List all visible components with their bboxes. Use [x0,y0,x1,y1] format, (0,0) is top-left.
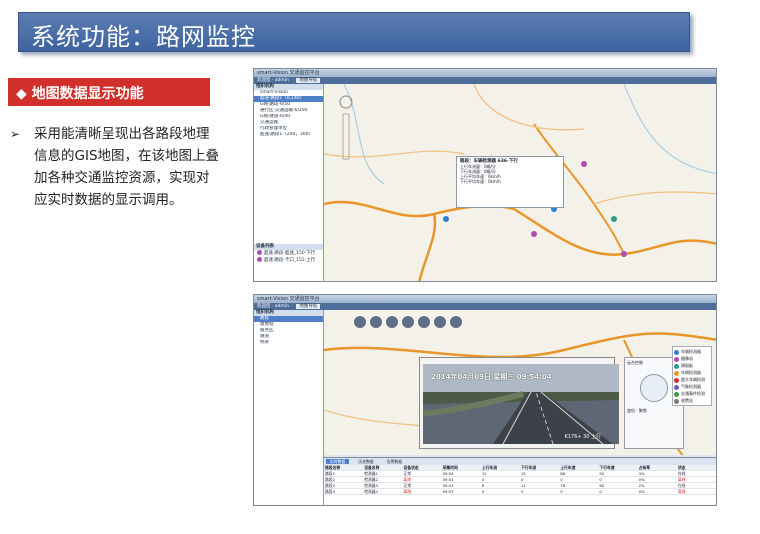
camera-icon [257,257,262,262]
arrow-bullet-icon: ➢ [10,127,21,141]
grid-tabs: 实时数据 历史数据 告警数据 [324,458,716,465]
ptz-direction-pad[interactable] [640,374,668,402]
video-popup: 2014年04月09日 星期三 09:54:04 K176+ 30 上行 [419,357,619,449]
window-toolbar: 欢迎您 · admin 地图导航 [254,303,716,310]
device-list: 设备列表 超速·路段·超速_150·下行 超速·路段·卡口_152·上行 [254,244,323,264]
video-timestamp: 2014年04月09日 星期三 09:54:04 [431,373,552,381]
ptz-zoom-label: 变倍 · 聚焦 [627,408,647,413]
data-grid: 实时数据 历史数据 告警数据 路段名称 设备名称 设备状态 采集时间 上行车流 下行车流上… [324,457,716,505]
device-item[interactable]: 超速·路段·超速_150·下行 [254,250,323,257]
gis-map[interactable]: 2014年04月09日 星期三 09:54:04 K176+ 30 上行 云台控… [324,310,716,455]
window-title-bar: smart-Vision 交通监控平台 [254,69,716,77]
legend-item: 超大车辆检测 [674,376,710,383]
bullet-point: ➢ 采用能清晰呈现出各路段地理信息的GIS地图，在该地图上叠加各种交通监控资源，… [10,123,222,211]
legend-item: 气象检测器 [674,383,710,390]
video-monitor-screenshot: smart-Vision 交通监控平台 欢迎您 · admin 地图导航 组织机… [253,294,717,506]
legend-item: 交通事件检测 [674,390,710,397]
device-tree-panel: 组织机构 smart-Vision 超速·路段1（0,140） G网·路段-6/… [254,84,324,281]
gis-map-screenshot: smart-Vision 交通监控平台 欢迎您 · admin 地图导航 组织机… [253,68,717,282]
legend-item: 车辆检测器 [674,369,710,376]
tab-alarm[interactable]: 告警数据 [383,459,406,464]
window-toolbar: 欢迎您 · admin 地图导航 [254,77,716,84]
tab-history[interactable]: 历史数据 [354,459,377,464]
legend-item: 车辆检测器 [674,348,710,355]
section-tag: ◆ 地图数据显示功能 [8,78,210,106]
slide-title-bar: 系统功能：路网监控 [18,12,690,52]
popup-row: 下行平均车速：0km/h [460,179,501,184]
bullet-text: 采用能清晰呈现出各路段地理信息的GIS地图，在该地图上叠加各种交通监控资源，实现… [34,126,220,208]
slide-title: 系统功能：路网监控 [31,23,256,51]
legend-item: 摄像机 [674,355,710,362]
tab-realtime[interactable]: 实时数据 [326,459,350,464]
legend-item: 收费站 [674,397,710,404]
map-legend: 车辆检测器 摄像机 情报板 车辆检测器 超大车辆检测 气象检测器 交通事件检测 … [672,346,712,406]
camera-video-feed: 2014年04月09日 星期三 09:54:04 K176+ 30 上行 [423,364,619,444]
map-info-popup: 路段：车辆检测器 636-下行 上行车流量：0辆/分 下行车流量：0辆/分 上行… [456,156,564,208]
device-tree-panel: 组织机构 路段 收费站 服务区 隧道 桥梁 [254,310,324,505]
legend-item: 情报板 [674,362,710,369]
window-title-bar: smart-Vision 交通监控平台 [254,295,716,303]
device-item[interactable]: 超速·路段·卡口_152·上行 [254,257,323,264]
camera-icon [257,250,262,255]
tree-item[interactable]: 桥梁 [254,340,323,346]
gis-map[interactable]: 路段：车辆检测器 636-下行 上行车流量：0辆/分 下行车流量：0辆/分 上行… [324,84,716,281]
tree-item[interactable]: 超速·路段1（200，300） [254,132,323,138]
table-row[interactable]: 路段4 检测器4 离线 09:53 0 0 0 0 0% 离线 [324,489,716,495]
video-overlay-label: K176+ 30 上行 [564,434,601,440]
